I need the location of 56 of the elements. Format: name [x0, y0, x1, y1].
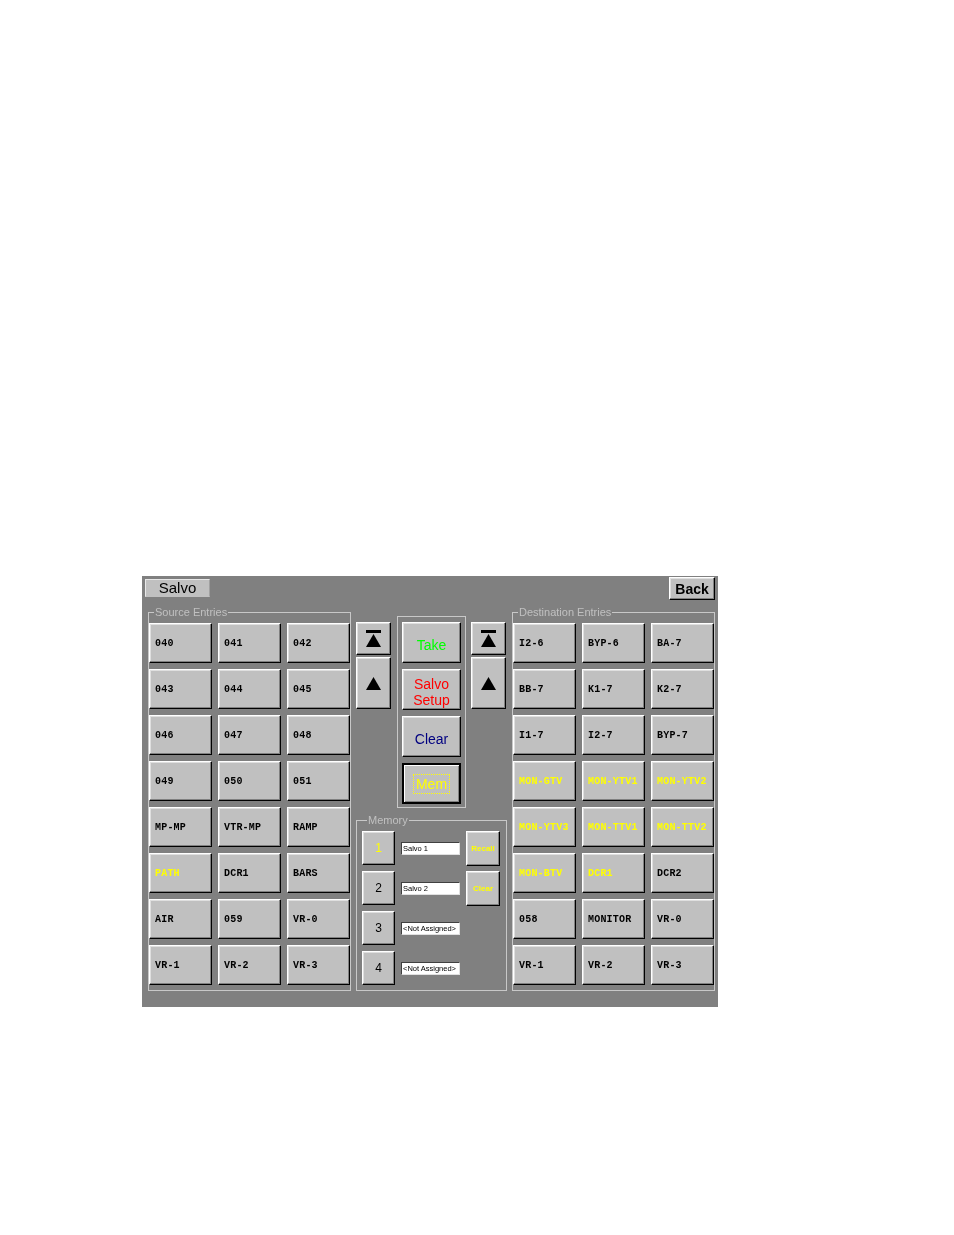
source-entry-button[interactable]: VR-1: [149, 945, 212, 985]
memory-slot-button[interactable]: 2: [362, 871, 395, 905]
destination-entry-button[interactable]: BYP-7: [651, 715, 714, 755]
source-entry-button[interactable]: 044: [218, 669, 281, 709]
scroll-up-button[interactable]: [471, 657, 506, 709]
destination-entry-button[interactable]: VR-1: [513, 945, 576, 985]
destination-entry-button[interactable]: I2-7: [582, 715, 645, 755]
destination-entry-button[interactable]: I1-7: [513, 715, 576, 755]
destination-entry-button[interactable]: 058: [513, 899, 576, 939]
top-arrow-icon: [481, 630, 496, 647]
source-entry-button[interactable]: VR-2: [218, 945, 281, 985]
destination-entry-button[interactable]: I2-6: [513, 623, 576, 663]
source-entry-button[interactable]: MP-MP: [149, 807, 212, 847]
group-legend: Memory: [367, 814, 409, 826]
source-entry-button[interactable]: 045: [287, 669, 350, 709]
top-arrow-icon: [366, 630, 381, 647]
back-button[interactable]: Back: [669, 577, 715, 600]
panel-title: Salvo: [145, 579, 210, 597]
source-entry-button[interactable]: 046: [149, 715, 212, 755]
source-entry-button[interactable]: VTR-MP: [218, 807, 281, 847]
source-entry-button[interactable]: 049: [149, 761, 212, 801]
destination-entry-button[interactable]: MONITOR: [582, 899, 645, 939]
source-entry-button[interactable]: 041: [218, 623, 281, 663]
source-entry-button[interactable]: 051: [287, 761, 350, 801]
scroll-top-button[interactable]: [356, 622, 391, 655]
source-entry-button[interactable]: VR-3: [287, 945, 350, 985]
destination-entry-button[interactable]: VR-3: [651, 945, 714, 985]
source-entry-button[interactable]: 040: [149, 623, 212, 663]
control-button[interactable]: Clear: [402, 716, 461, 757]
source-entry-button[interactable]: 042: [287, 623, 350, 663]
source-entry-button[interactable]: 050: [218, 761, 281, 801]
destination-entry-button[interactable]: K2-7: [651, 669, 714, 709]
scroll-up-button[interactable]: [356, 657, 391, 709]
destination-entry-button[interactable]: VR-2: [582, 945, 645, 985]
source-entry-button[interactable]: BARS: [287, 853, 350, 893]
source-entry-button[interactable]: RAMP: [287, 807, 350, 847]
memory-slot-button[interactable]: 4: [362, 951, 395, 985]
source-entry-button[interactable]: 047: [218, 715, 281, 755]
source-entry-button[interactable]: 059: [218, 899, 281, 939]
scroll-top-button[interactable]: [471, 622, 506, 655]
source-entry-button[interactable]: 043: [149, 669, 212, 709]
group-legend: Source Entries: [154, 606, 229, 618]
up-arrow-icon: [366, 676, 381, 690]
destination-entry-button[interactable]: BB-7: [513, 669, 576, 709]
source-entry-button[interactable]: 048: [287, 715, 350, 755]
destination-entry-button[interactable]: BA-7: [651, 623, 714, 663]
destination-entry-button[interactable]: VR-0: [651, 899, 714, 939]
source-entry-button[interactable]: VR-0: [287, 899, 350, 939]
destination-entry-button[interactable]: DCR2: [651, 853, 714, 893]
memory-slot-button[interactable]: 3: [362, 911, 395, 945]
source-entry-button[interactable]: DCR1: [218, 853, 281, 893]
destination-entry-button[interactable]: BYP-6: [582, 623, 645, 663]
destination-entry-button[interactable]: K1-7: [582, 669, 645, 709]
group-legend: Destination Entries: [518, 606, 613, 618]
up-arrow-icon: [481, 676, 496, 690]
source-entry-button[interactable]: AIR: [149, 899, 212, 939]
